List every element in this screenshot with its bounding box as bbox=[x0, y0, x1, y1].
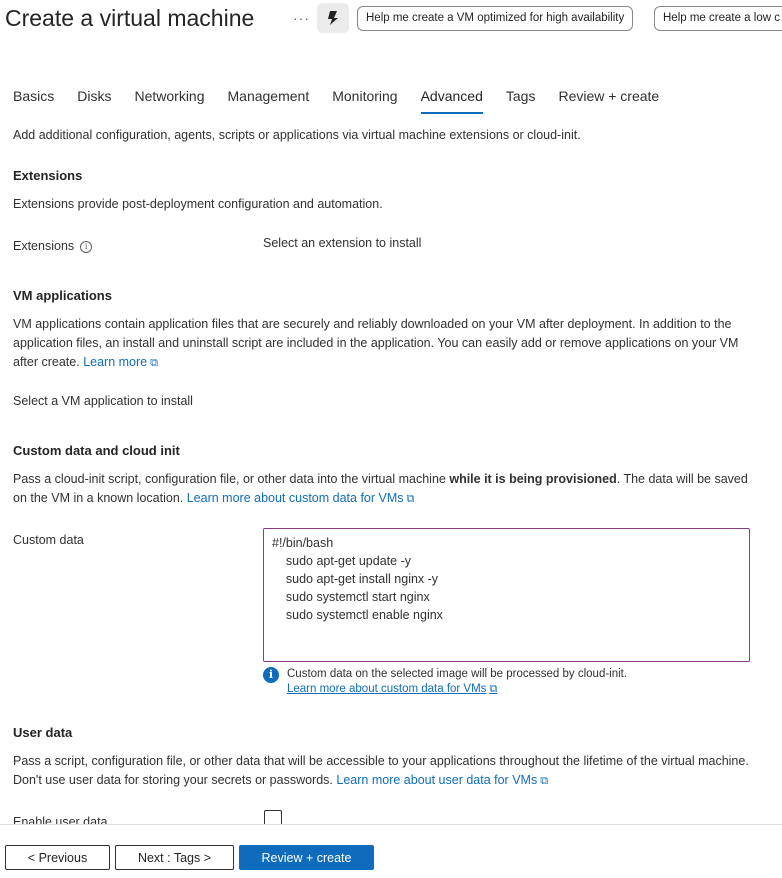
vm-applications-learn-more-link[interactable]: Learn more ⧉ bbox=[83, 355, 158, 369]
user-data-heading: User data bbox=[13, 725, 73, 740]
external-link-icon: ⧉ bbox=[489, 683, 498, 695]
custom-data-description: Pass a cloud-init script, configuration … bbox=[13, 470, 758, 509]
intro-text: Add additional configuration, agents, sc… bbox=[13, 128, 581, 142]
custom-data-label: Custom data bbox=[13, 533, 84, 547]
copilot-button[interactable] bbox=[317, 3, 349, 33]
vm-applications-heading: VM applications bbox=[13, 288, 112, 303]
info-icon[interactable]: i bbox=[80, 240, 93, 253]
extensions-label-row: Extensions i bbox=[13, 237, 93, 256]
learn-more-label: Learn more bbox=[83, 355, 148, 369]
footer-bar: < Previous Next : Tags > Review + create bbox=[0, 824, 782, 878]
previous-button[interactable]: < Previous bbox=[5, 845, 110, 870]
custom-data-note-link[interactable]: Learn more about custom data for VMs ⧉ bbox=[287, 683, 497, 695]
external-link-icon: ⧉ bbox=[406, 493, 415, 505]
tab-advanced[interactable]: Advanced bbox=[420, 86, 484, 114]
select-extension-link[interactable]: Select an extension to install bbox=[263, 234, 421, 253]
tab-tags[interactable]: Tags bbox=[506, 86, 536, 114]
next-tags-button[interactable]: Next : Tags > bbox=[115, 845, 234, 870]
external-link-icon: ⧉ bbox=[150, 357, 158, 369]
custom-data-description-bold: while it is being provisioned bbox=[449, 472, 617, 486]
vm-applications-description: VM applications contain application file… bbox=[13, 315, 758, 373]
custom-data-textarea[interactable]: #!/bin/bash sudo apt-get update -y sudo … bbox=[263, 528, 750, 662]
external-link-icon: ⧉ bbox=[540, 775, 549, 787]
tab-disks[interactable]: Disks bbox=[77, 86, 111, 114]
page-title: Create a virtual machine bbox=[5, 5, 255, 31]
tab-networking[interactable]: Networking bbox=[134, 86, 204, 114]
tab-management[interactable]: Management bbox=[228, 86, 310, 114]
user-data-learn-more-link[interactable]: Learn more about user data for VMs ⧉ bbox=[336, 773, 548, 787]
user-data-description: Pass a script, configuration file, or ot… bbox=[13, 752, 758, 791]
custom-data-learn-more-label: Learn more about custom data for VMs bbox=[186, 491, 404, 505]
custom-data-info-note: i Custom data on the selected image will… bbox=[263, 667, 627, 697]
info-icon: i bbox=[263, 667, 279, 683]
suggestion-chip-high-availability[interactable]: Help me create a VM optimized for high a… bbox=[357, 6, 634, 31]
extensions-label: Extensions bbox=[13, 239, 75, 253]
extensions-heading: Extensions bbox=[13, 168, 83, 183]
custom-data-note-text: Custom data on the selected image will b… bbox=[287, 668, 628, 680]
extensions-description: Extensions provide post-deployment confi… bbox=[13, 197, 383, 211]
custom-data-heading: Custom data and cloud init bbox=[13, 443, 180, 458]
review-create-button[interactable]: Review + create bbox=[239, 845, 374, 870]
tab-bar: Basics Disks Networking Management Monitorin… bbox=[13, 86, 682, 116]
custom-data-learn-more-link[interactable]: Learn more about custom data for VMs ⧉ bbox=[187, 491, 415, 505]
copilot-icon bbox=[328, 11, 338, 25]
tab-monitoring[interactable]: Monitoring bbox=[332, 86, 397, 114]
tab-review-create[interactable]: Review + create bbox=[558, 86, 659, 114]
select-vm-application-link[interactable]: Select a VM application to install bbox=[13, 392, 193, 411]
suggestion-chip-low-cost[interactable]: Help me create a low c bbox=[654, 6, 782, 31]
tab-basics[interactable]: Basics bbox=[13, 86, 54, 114]
more-options-icon[interactable]: ··· bbox=[293, 10, 310, 26]
user-data-learn-more-label: Learn more about user data for VMs bbox=[336, 773, 538, 787]
custom-data-note-link-label: Learn more about custom data for VMs bbox=[287, 683, 487, 695]
custom-data-description-pre: Pass a cloud-init script, configuration … bbox=[13, 472, 450, 486]
